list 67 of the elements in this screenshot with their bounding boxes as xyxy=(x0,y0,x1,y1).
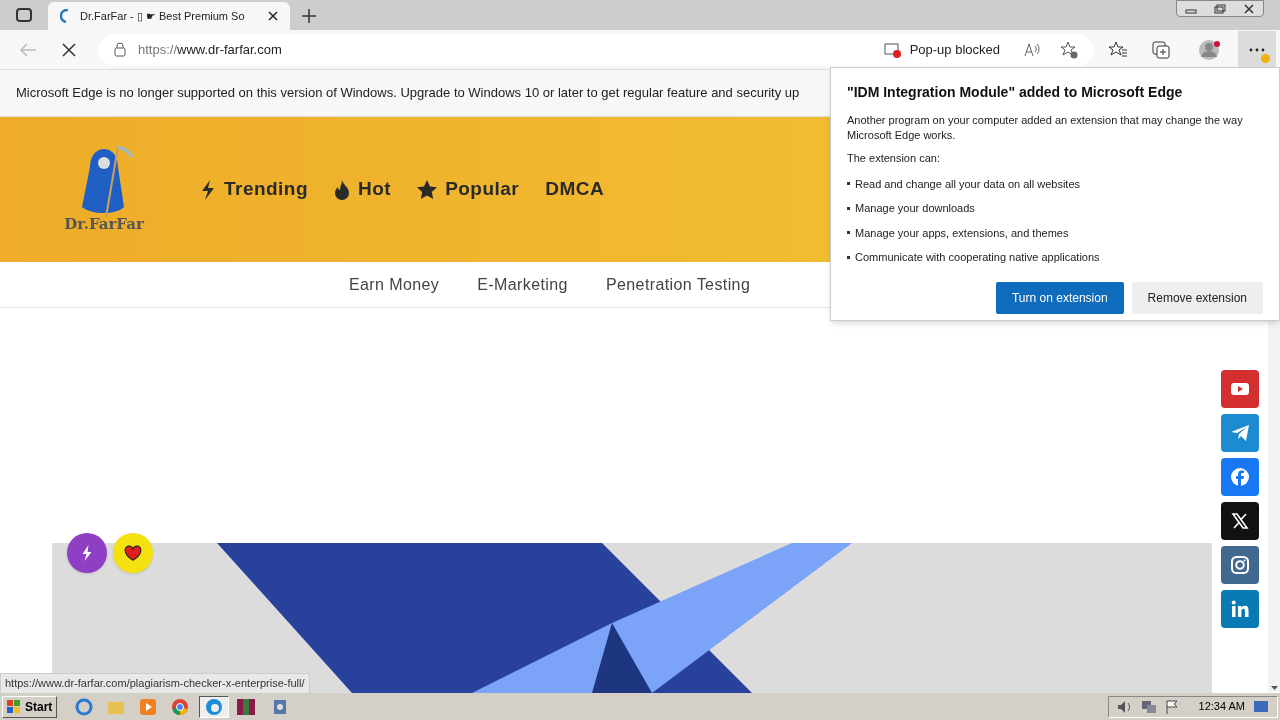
heart-icon xyxy=(124,545,142,561)
flag-icon[interactable] xyxy=(1164,699,1179,714)
star-icon xyxy=(417,180,438,199)
nav-link[interactable]: Trending xyxy=(200,175,309,204)
bolt-icon xyxy=(82,545,92,561)
turn-on-extension-button[interactable]: Turn on extension xyxy=(996,281,1124,314)
bullet-icon xyxy=(847,255,850,259)
window-controls[interactable] xyxy=(1176,0,1264,17)
chrome-icon[interactable] xyxy=(171,697,190,716)
popup-title: "IDM Integration Module" added to Microsoft Edge xyxy=(847,83,1184,102)
x-icon xyxy=(1229,510,1251,532)
bullet-icon xyxy=(847,206,850,210)
category-link[interactable]: Penetration Testing xyxy=(605,272,751,297)
logo-text: Dr.FarFar xyxy=(64,214,144,236)
nav-link[interactable]: Popular xyxy=(417,175,520,204)
unsupported-notice: Microsoft Edge is no longer supported on this version of Windows. Upgrade to Windows 10 or later to get regular feature and security up xyxy=(16,84,800,103)
windows-logo-icon xyxy=(7,699,21,714)
popup-blocked-label[interactable]: Pop-up blocked xyxy=(909,39,1000,60)
bullet-icon xyxy=(847,231,850,235)
bolt-icon xyxy=(200,179,216,200)
more-icon[interactable] xyxy=(1249,47,1265,52)
permission-item: Manage your downloads xyxy=(855,201,975,216)
nav-link[interactable]: Hot xyxy=(334,175,392,204)
floating-button[interactable] xyxy=(67,533,107,573)
popup-blocked-icon[interactable] xyxy=(883,41,902,58)
favorites-icon[interactable] xyxy=(1108,40,1128,59)
start-button[interactable]: Start xyxy=(2,695,58,718)
media-player-icon[interactable] xyxy=(139,697,158,716)
read-aloud-icon[interactable] xyxy=(1024,42,1040,57)
restore-icon[interactable] xyxy=(1214,3,1226,14)
site-logo[interactable]: Dr.FarFar xyxy=(58,143,150,236)
scroll-down-icon[interactable] xyxy=(1270,686,1278,690)
flame-icon xyxy=(334,179,351,200)
popup-description: Another program on your computer added an extension that may change the way Microsoft Edge works. xyxy=(847,113,1244,143)
address-bar[interactable]: https://www.dr-farfar.com Pop-up blocked xyxy=(98,33,1094,66)
category-link[interactable]: Earn Money xyxy=(349,272,440,297)
close-icon[interactable] xyxy=(1242,3,1255,14)
clock: 12:34 AM xyxy=(1198,699,1245,715)
stop-icon[interactable] xyxy=(62,42,76,57)
collections-icon[interactable] xyxy=(1152,40,1170,59)
instagram-icon xyxy=(1229,554,1251,576)
social-button[interactable] xyxy=(1221,502,1259,540)
tab-title: Dr.FarFar - ▯ ☛ Best Premium So xyxy=(80,8,246,24)
permission-item: Manage your apps, extensions, and themes xyxy=(855,225,1069,241)
bullet-icon xyxy=(847,182,850,186)
new-tab-icon[interactable] xyxy=(302,9,316,23)
popup-subheading: The extension can: xyxy=(847,151,941,166)
show-desktop-icon[interactable] xyxy=(1253,699,1269,714)
permission-item: Communicate with cooperating native applications xyxy=(855,250,1100,265)
speaker-icon[interactable] xyxy=(1116,699,1133,714)
network-icon[interactable] xyxy=(1140,699,1157,714)
status-url: https://www.dr-farfar.com/plagiarism-checker-x-enterprise-full/ xyxy=(0,673,310,694)
close-icon[interactable] xyxy=(268,11,278,21)
linkedin-icon xyxy=(1229,598,1251,620)
lock-icon xyxy=(114,42,126,57)
remove-extension-button[interactable]: Remove extension xyxy=(1131,281,1263,314)
edge-taskbar-button[interactable] xyxy=(199,695,230,718)
floating-button[interactable] xyxy=(113,533,153,573)
url-text: https://www.dr-farfar.com xyxy=(138,40,282,59)
permission-item: Read and change all your data on all websites xyxy=(855,176,1081,192)
nav-link[interactable]: DMCA xyxy=(545,175,605,204)
add-favorite-icon[interactable] xyxy=(1060,40,1078,59)
facebook-icon xyxy=(1229,466,1251,488)
tab-actions-icon[interactable] xyxy=(16,8,32,22)
profile-icon[interactable] xyxy=(1198,37,1222,62)
browser-tab[interactable]: Dr.FarFar - ▯ ☛ Best Premium So xyxy=(48,2,290,30)
category-link[interactable]: E-Marketing xyxy=(477,272,568,297)
